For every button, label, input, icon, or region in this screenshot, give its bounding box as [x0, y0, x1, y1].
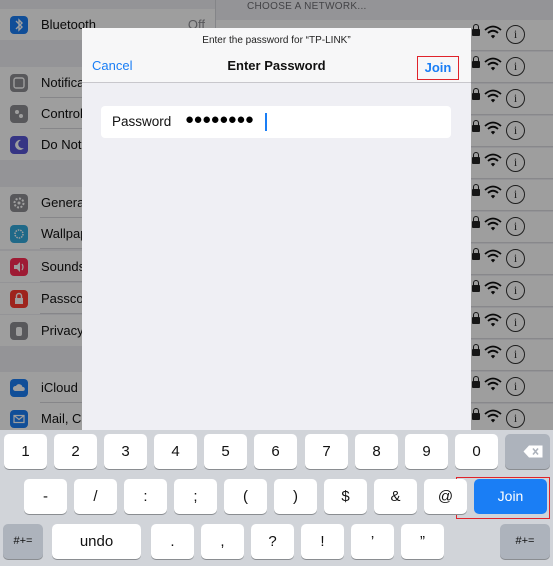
text-cursor — [265, 113, 267, 131]
key-2[interactable]: 2 — [54, 434, 97, 469]
symbols-shift-key[interactable]: #+= — [500, 524, 550, 559]
key-,[interactable]: , — [201, 524, 244, 559]
key-@[interactable]: @ — [424, 479, 467, 514]
enter-password-dialog: Enter the password for “TP-LINK” Cancel … — [82, 28, 471, 430]
key-8[interactable]: 8 — [355, 434, 398, 469]
key-;[interactable]: ; — [174, 479, 217, 514]
dialog-title: Enter Password — [227, 58, 326, 73]
key-?[interactable]: ? — [251, 524, 294, 559]
key-9[interactable]: 9 — [405, 434, 448, 469]
password-field-row[interactable]: Password ●●●●●●●● — [101, 106, 451, 138]
key-)[interactable]: ) — [274, 479, 317, 514]
undo-key[interactable]: undo — [52, 524, 141, 559]
dialog-prompt: Enter the password for “TP-LINK” — [202, 35, 351, 46]
key-0[interactable]: 0 — [455, 434, 498, 469]
delete-key[interactable] — [505, 434, 550, 469]
password-label: Password — [112, 114, 172, 129]
key-4[interactable]: 4 — [154, 434, 197, 469]
key-6[interactable]: 6 — [254, 434, 297, 469]
key-’[interactable]: ’ — [351, 524, 394, 559]
backspace-icon — [523, 445, 543, 458]
numeric-keyboard: #+= undo #+= Join 1 2 3 4 5 6 7 8 9 0 - /:;() $ & @.,?… — [0, 430, 553, 566]
symbols-shift-key[interactable]: #+= — [3, 524, 43, 559]
key-([interactable]: ( — [224, 479, 267, 514]
key-5[interactable]: 5 — [204, 434, 247, 469]
key-/[interactable]: / — [74, 479, 117, 514]
key-3[interactable]: 3 — [104, 434, 147, 469]
key-.[interactable]: . — [151, 524, 194, 559]
dialog-navbar: Enter the password for “TP-LINK” Cancel … — [82, 28, 471, 83]
key-&[interactable]: & — [374, 479, 417, 514]
join-button[interactable]: Join — [417, 56, 459, 80]
key-:[interactable]: : — [124, 479, 167, 514]
key-1[interactable]: 1 — [4, 434, 47, 469]
join-key[interactable]: Join — [474, 479, 547, 514]
key-![interactable]: ! — [301, 524, 344, 559]
key-”[interactable]: ” — [401, 524, 444, 559]
password-input[interactable]: ●●●●●●●● — [185, 111, 254, 128]
key-7[interactable]: 7 — [305, 434, 348, 469]
key--[interactable]: - — [24, 479, 67, 514]
key-$[interactable]: $ — [324, 479, 367, 514]
